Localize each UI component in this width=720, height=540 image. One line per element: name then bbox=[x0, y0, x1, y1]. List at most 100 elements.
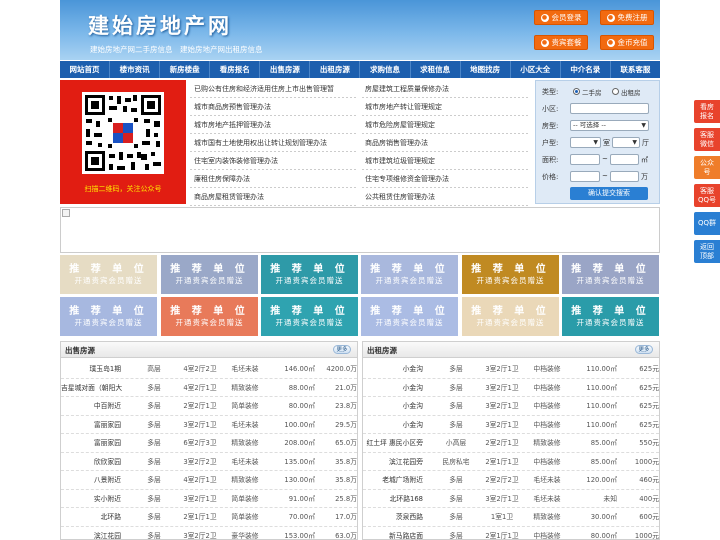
nav-item[interactable]: 地图找房 bbox=[461, 61, 511, 78]
official-account-tab[interactable]: 公众号 bbox=[694, 156, 720, 179]
radio-rental[interactable] bbox=[612, 88, 619, 95]
search-submit-button[interactable]: 确认提交搜索 bbox=[570, 187, 648, 200]
nav-item[interactable]: 出售房源 bbox=[260, 61, 311, 78]
recommended-unit-ad[interactable]: 推 荐 单 位开通贵宾会员赠送 bbox=[261, 297, 358, 336]
wechat-service-tab[interactable]: 客服微信 bbox=[694, 128, 720, 151]
policy-link[interactable]: 住宅室内装饰装修管理办法 bbox=[194, 156, 278, 166]
listing-title[interactable]: 中百附近 bbox=[61, 397, 121, 415]
register-button[interactable]: ● 免费注册 bbox=[600, 10, 654, 25]
listing-title[interactable]: 璞玉岛1期 bbox=[61, 360, 121, 378]
policy-link[interactable]: 廉租住房保障办法 bbox=[194, 174, 250, 184]
recommended-unit-ad[interactable]: 推 荐 单 位开通贵宾会员赠送 bbox=[60, 255, 157, 294]
listing-title[interactable]: 小金沟 bbox=[363, 379, 423, 397]
table-row[interactable]: 小金沟 多层 3室2厅1卫 中档装修 110.00㎡ 625元 bbox=[363, 379, 659, 397]
nav-item[interactable]: 小区大全 bbox=[511, 61, 561, 78]
table-row[interactable]: 红土坪 惠民小区旁 小高层 2室2厅1卫 精致装修 85.00㎡ 550元 bbox=[363, 434, 659, 453]
table-row[interactable]: 老城广场附近 多层 2室2厅2卫 毛坯未装 120.00㎡ 460元 bbox=[363, 471, 659, 490]
nav-item[interactable]: 看房报名 bbox=[210, 61, 261, 78]
sale-more-button[interactable]: 更多 bbox=[333, 345, 351, 354]
policy-link[interactable]: 城市房地产抵押管理办法 bbox=[194, 120, 271, 130]
recommended-unit-ad[interactable]: 推 荐 单 位开通贵宾会员赠送 bbox=[60, 297, 157, 336]
qq-group-tab[interactable]: QQ群 bbox=[694, 212, 720, 235]
recommended-unit-ad[interactable]: 推 荐 单 位开通贵宾会员赠送 bbox=[562, 255, 659, 294]
table-row[interactable]: 小金沟 多层 3室2厅1卫 中档装修 110.00㎡ 625元 bbox=[363, 360, 659, 379]
viewing-signup-tab[interactable]: 看房报名 bbox=[694, 100, 720, 123]
table-row[interactable]: 滨江花园旁 民房私宅 2室1厅1卫 中档装修 85.00㎡ 1000元 bbox=[363, 453, 659, 471]
qq-service-tab[interactable]: 客服QQ号 bbox=[694, 184, 720, 207]
rent-more-button[interactable]: 更多 bbox=[635, 345, 653, 354]
recommended-unit-ad[interactable]: 推 荐 单 位开通贵宾会员赠送 bbox=[261, 255, 358, 294]
listing-title[interactable]: 新马路店面 bbox=[363, 527, 423, 540]
nav-item[interactable]: 中介名录 bbox=[561, 61, 611, 78]
back-to-top-tab[interactable]: 返回顶部 bbox=[694, 240, 720, 263]
listing-title[interactable]: 老城广场附近 bbox=[363, 471, 423, 489]
listing-title[interactable]: 红土坪 惠民小区旁 bbox=[363, 434, 423, 452]
area-max-input[interactable] bbox=[610, 154, 639, 165]
site-logo[interactable]: 建始房地产网 bbox=[88, 10, 232, 40]
table-row[interactable]: 富丽家园 多层 6室2厅3卫 精致装修 208.00㎡ 65.0万 bbox=[61, 434, 357, 453]
policy-link[interactable]: 商品房屋租赁管理办法 bbox=[194, 192, 264, 202]
table-row[interactable]: 北环路168 多层 3室2厅1卫 毛坯未装 未知 400元 bbox=[363, 490, 659, 508]
table-row[interactable]: 璞玉岛1期 高层 4室2厅2卫 毛坯未装 146.00㎡ 4200.0万 bbox=[61, 360, 357, 379]
nav-item[interactable]: 网站首页 bbox=[60, 61, 111, 78]
policy-link[interactable]: 城市商品房预售管理办法 bbox=[194, 102, 271, 112]
housetype-select[interactable]: -- 可选择 -- ▼ bbox=[570, 120, 649, 131]
policy-link[interactable]: 公共租赁住房管理办法 bbox=[365, 192, 435, 202]
table-row[interactable]: 中百附近 多层 2室2厅1卫 简单装修 80.00㎡ 23.8万 bbox=[61, 397, 357, 416]
nav-item[interactable]: 求购信息 bbox=[360, 61, 411, 78]
table-row[interactable]: 北环路 多层 2室1厅1卫 简单装修 70.00㎡ 17.0万 bbox=[61, 508, 357, 527]
policy-link[interactable]: 城市房地产转让管理规定 bbox=[365, 102, 442, 112]
recommended-unit-ad[interactable]: 推 荐 单 位开通贵宾会员赠送 bbox=[161, 297, 258, 336]
nav-item[interactable]: 联系客服 bbox=[611, 61, 660, 78]
area-min-input[interactable] bbox=[570, 154, 600, 165]
vip-package-button[interactable]: ● 贵宾套餐 bbox=[534, 35, 588, 50]
listing-title[interactable]: 富丽家园 bbox=[61, 416, 121, 434]
listing-title[interactable]: 欣欣家园 bbox=[61, 453, 121, 471]
policy-link[interactable]: 房屋建筑工程质量保修办法 bbox=[365, 84, 449, 94]
policy-link[interactable]: 城市建筑垃圾管理规定 bbox=[365, 156, 435, 166]
coin-recharge-button[interactable]: ● 金币充值 bbox=[600, 35, 654, 50]
price-max-input[interactable] bbox=[610, 171, 639, 182]
table-row[interactable]: 八景附近 多层 4室2厅1卫 精致装修 130.00㎡ 35.8万 bbox=[61, 471, 357, 490]
table-row[interactable]: 吉星城对面（朝阳大 多层 4室2厅1卫 精致装修 88.00㎡ 21.0万 bbox=[61, 379, 357, 397]
recommended-unit-ad[interactable]: 推 荐 单 位开通贵宾会员赠送 bbox=[161, 255, 258, 294]
table-row[interactable]: 滨江花园 多层 3室2厅2卫 豪华装修 153.00㎡ 63.0万 bbox=[61, 527, 357, 540]
banner-image[interactable] bbox=[60, 207, 660, 253]
room-select[interactable]: ▼ bbox=[570, 137, 601, 148]
policy-link[interactable]: 城市国有土地使用权出让转让规划管理办法 bbox=[194, 138, 327, 148]
listing-title[interactable]: 北环路168 bbox=[363, 490, 423, 508]
policy-link[interactable]: 已购公有住房和经济适用住房上市出售管理暂 bbox=[194, 84, 334, 94]
listing-title[interactable]: 吉星城对面（朝阳大 bbox=[61, 379, 122, 397]
listing-title[interactable]: 小金沟 bbox=[363, 416, 423, 434]
recommended-unit-ad[interactable]: 推 荐 单 位开通贵宾会员赠送 bbox=[462, 255, 559, 294]
policy-link[interactable]: 商品房销售管理办法 bbox=[365, 138, 428, 148]
radio-secondhand[interactable] bbox=[573, 88, 580, 95]
table-row[interactable]: 小金沟 多层 3室2厅1卫 中档装修 110.00㎡ 625元 bbox=[363, 397, 659, 416]
listing-title[interactable]: 富丽家园 bbox=[61, 434, 121, 452]
recommended-unit-ad[interactable]: 推 荐 单 位开通贵宾会员赠送 bbox=[462, 297, 559, 336]
listing-title[interactable]: 茨泉西路 bbox=[363, 508, 423, 526]
table-row[interactable]: 富丽家园 多层 3室2厅1卫 毛坯未装 100.00㎡ 29.5万 bbox=[61, 416, 357, 434]
recommended-unit-ad[interactable]: 推 荐 单 位开通贵宾会员赠送 bbox=[361, 255, 458, 294]
listing-title[interactable]: 实小附近 bbox=[61, 490, 121, 508]
policy-link[interactable]: 住宅专项维修资金管理办法 bbox=[365, 174, 449, 184]
listing-title[interactable]: 滨江花园 bbox=[61, 527, 121, 540]
nav-item[interactable]: 楼市资讯 bbox=[110, 61, 161, 78]
table-row[interactable]: 茨泉西路 多层 1室1卫 精致装修 30.00㎡ 600元 bbox=[363, 508, 659, 527]
nav-item[interactable]: 求租信息 bbox=[411, 61, 461, 78]
table-row[interactable]: 实小附近 多层 3室2厅1卫 简单装修 91.00㎡ 25.8万 bbox=[61, 490, 357, 508]
nav-item[interactable]: 新房楼盘 bbox=[160, 61, 211, 78]
price-min-input[interactable] bbox=[570, 171, 600, 182]
listing-title[interactable]: 八景附近 bbox=[61, 471, 121, 489]
policy-link[interactable]: 城市危险房屋管理规定 bbox=[365, 120, 435, 130]
login-button[interactable]: ● 会员登录 bbox=[534, 10, 588, 25]
recommended-unit-ad[interactable]: 推 荐 单 位开通贵宾会员赠送 bbox=[361, 297, 458, 336]
listing-title[interactable]: 北环路 bbox=[61, 508, 121, 526]
table-row[interactable]: 小金沟 多层 3室2厅1卫 中档装修 110.00㎡ 625元 bbox=[363, 416, 659, 434]
hall-select[interactable]: ▼ bbox=[612, 137, 640, 148]
recommended-unit-ad[interactable]: 推 荐 单 位开通贵宾会员赠送 bbox=[562, 297, 659, 336]
table-row[interactable]: 新马路店面 多层 2室1厅1卫 中档装修 80.00㎡ 1000元 bbox=[363, 527, 659, 540]
table-row[interactable]: 欣欣家园 多层 3室2厅2卫 毛坯未装 135.00㎡ 35.8万 bbox=[61, 453, 357, 471]
listing-title[interactable]: 小金沟 bbox=[363, 397, 423, 415]
listing-title[interactable]: 滨江花园旁 bbox=[363, 453, 423, 471]
